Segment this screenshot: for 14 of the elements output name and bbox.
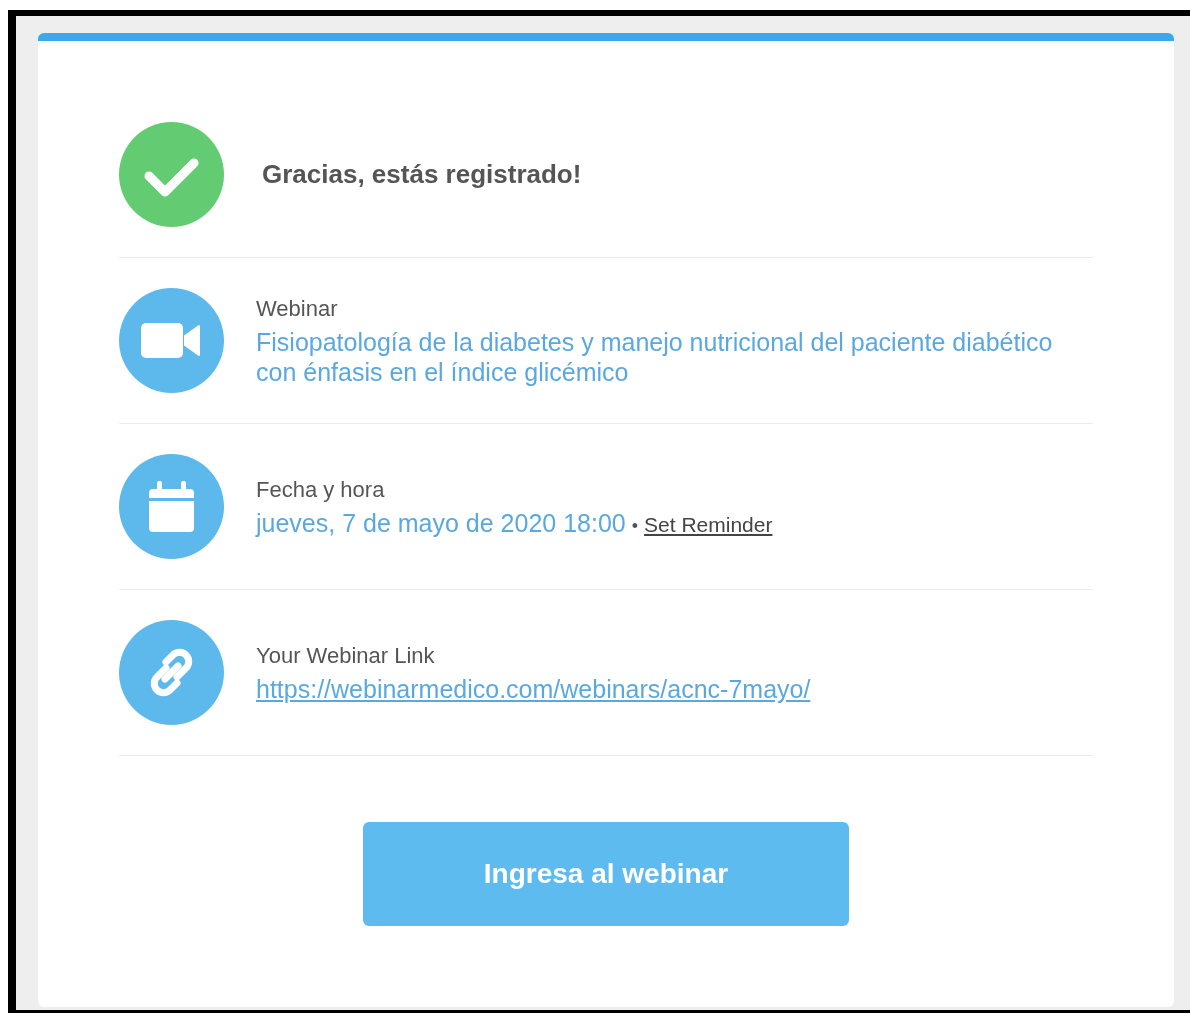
date-time: jueves, 7 de mayo de 2020 18:00 <box>256 508 626 537</box>
field-label: Webinar <box>256 294 339 323</box>
check-icon <box>119 122 224 227</box>
webinar-title: Fisiopatología de la diabetes y manejo nutricional del paciente diabético con énfasis en el índice glicémico <box>256 326 1054 387</box>
webinar-link[interactable]: https://webinarmedico.com/webinars/acnc-7mayo/ <box>256 674 811 703</box>
join-webinar-button[interactable]: Ingresa al webinar <box>363 822 849 926</box>
calendar-icon <box>119 454 224 559</box>
link-icon <box>119 620 224 725</box>
confirmation-title: Gracias, estás registrado! <box>262 159 583 190</box>
set-reminder-link[interactable]: Set Reminder <box>644 512 773 536</box>
separator-dot: • <box>631 515 639 536</box>
field-label: Your Webinar Link <box>256 641 436 670</box>
field-label: Fecha y hora <box>256 475 386 504</box>
video-camera-icon <box>119 288 224 393</box>
